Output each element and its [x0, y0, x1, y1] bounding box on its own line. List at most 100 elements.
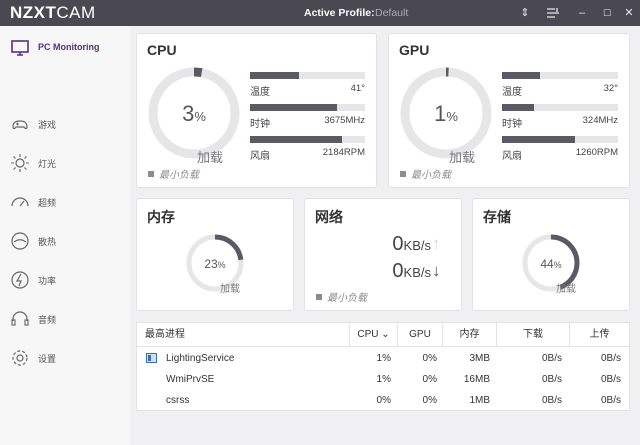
legend-square-icon: [316, 294, 322, 300]
cpu-load-value: 3%: [182, 101, 206, 126]
process-name: csrss: [166, 395, 190, 406]
table-row[interactable]: csrss 0% 0% 1MB 0B/s 0B/s: [137, 390, 629, 411]
menu-icon[interactable]: [545, 4, 561, 22]
maximize-icon[interactable]: ☐: [599, 4, 615, 22]
network-upload-value: 0KB/s: [392, 233, 431, 255]
cpu-min-load: 最小负载: [148, 166, 199, 181]
process-table: 最高进程 CPU ⌄ GPU 内存 下载 上传 LightingService …: [136, 322, 630, 411]
storage-panel: 存储 44% 加载: [472, 198, 630, 311]
gear-icon: [10, 348, 30, 368]
process-cpu: 0%: [376, 395, 391, 406]
sidebar-item-games[interactable]: 游戏: [0, 112, 130, 136]
process-download: 0B/s: [541, 353, 562, 364]
table-row[interactable]: WmiPrvSE 1% 0% 16MB 0B/s 0B/s: [137, 369, 629, 390]
sidebar-item-label: 灯光: [38, 159, 57, 169]
sidebar-item-cooling[interactable]: 散热: [0, 229, 130, 253]
gpu-fan-bar: [502, 136, 618, 143]
process-gpu: 0%: [422, 353, 437, 364]
column-header-upload[interactable]: 上传: [569, 323, 629, 347]
app-logo: NZXTCAM: [10, 3, 96, 22]
gpu-min-load: 最小负载: [400, 166, 451, 181]
memory-load-label: 加载: [220, 284, 240, 295]
sidebar-item-pc-monitoring[interactable]: PC Monitoring: [0, 36, 130, 60]
sidebar-item-label: 超频: [38, 198, 57, 208]
sort-down-icon: ⌄: [381, 329, 390, 340]
process-memory: 1MB: [469, 395, 490, 406]
cpu-panel: CPU 3% 加载 最小负载 温度 41° 时钟 3675MHz 风扇 2184…: [136, 33, 377, 188]
profile-switch-icon[interactable]: ⇕: [517, 4, 533, 22]
sidebar-item-label: 散热: [38, 237, 57, 247]
cpu-temp-label: 温度: [250, 87, 270, 98]
sidebar-item-label: 功率: [38, 276, 57, 286]
memory-title: 内存: [147, 209, 175, 225]
memory-panel: 内存 23% 加载: [136, 198, 294, 311]
gpu-panel: GPU 1% 加载 最小负载 温度 32° 时钟 324MHz 风扇 1260R…: [388, 33, 630, 188]
sidebar-item-audio[interactable]: 音频: [0, 307, 130, 331]
gpu-load-label: 加载: [449, 150, 476, 165]
sidebar-item-label: 音频: [38, 315, 57, 325]
fan-icon: [10, 231, 30, 251]
gamepad-icon: [10, 114, 30, 134]
legend-square-icon: [400, 171, 406, 177]
cpu-clock-value: 3675MHz: [324, 115, 365, 126]
process-download: 0B/s: [541, 395, 562, 406]
minimize-icon[interactable]: –: [574, 4, 590, 22]
cpu-temp-bar: [250, 72, 365, 79]
sidebar-item-power[interactable]: 功率: [0, 268, 130, 292]
active-profile-dropdown[interactable]: Default: [375, 7, 408, 19]
column-header-download[interactable]: 下载: [496, 323, 569, 347]
gpu-fan-label: 风扇: [502, 151, 522, 162]
title-bar: NZXTCAM Active Profile: Default ⇕ – ☐ ✕: [0, 0, 640, 26]
column-header-gpu[interactable]: GPU: [397, 323, 442, 347]
download-arrow-icon: ↓: [432, 261, 441, 280]
gpu-clock-bar: [502, 104, 618, 111]
storage-load-label: 加载: [556, 284, 576, 295]
sidebar-item-label: PC Monitoring: [38, 42, 100, 52]
process-cpu: 1%: [376, 353, 391, 364]
gpu-temp-label: 温度: [502, 87, 522, 98]
process-upload: 0B/s: [600, 353, 621, 364]
column-header-cpu[interactable]: CPU ⌄: [349, 323, 397, 347]
process-memory: 3MB: [469, 353, 490, 364]
sidebar-item-label: 设置: [38, 354, 57, 364]
process-cpu: 1%: [376, 374, 391, 385]
process-memory: 16MB: [463, 374, 490, 385]
process-upload: 0B/s: [600, 374, 621, 385]
close-icon[interactable]: ✕: [621, 4, 637, 22]
column-header-memory[interactable]: 内存: [442, 323, 496, 347]
gpu-load-value: 1%: [434, 101, 458, 126]
gpu-clock-label: 时钟: [502, 119, 522, 130]
gpu-temp-bar: [502, 72, 618, 79]
storage-value: 44%: [540, 257, 562, 271]
network-title: 网络: [315, 209, 343, 225]
speedometer-icon: [10, 192, 30, 212]
gpu-clock-value: 324MHz: [582, 115, 618, 126]
cpu-fan-label: 风扇: [250, 151, 270, 162]
headset-icon: [10, 309, 30, 329]
cpu-temp-value: 41°: [350, 83, 365, 94]
process-name: WmiPrvSE: [166, 374, 215, 385]
process-gpu: 0%: [422, 374, 437, 385]
column-header-process[interactable]: 最高进程: [137, 323, 349, 347]
memory-value: 23%: [204, 257, 226, 271]
network-download-value: 0KB/s: [392, 260, 431, 282]
table-header: 最高进程 CPU ⌄ GPU 内存 下载 上传: [137, 323, 629, 347]
active-profile-label: Active Profile:: [304, 7, 375, 19]
gpu-title: GPU: [399, 42, 430, 58]
storage-title: 存储: [483, 209, 511, 225]
sidebar-item-overclock[interactable]: 超频: [0, 190, 130, 214]
network-panel: 网络 0KB/s ↑ 0KB/s ↓ 最小负载: [304, 198, 462, 311]
cpu-clock-bar: [250, 104, 365, 111]
sidebar-item-label: 游戏: [38, 120, 57, 130]
cpu-clock-label: 时钟: [250, 119, 270, 130]
sidebar: PC Monitoring 游戏 灯光 超频 散热 功率 音频 设置: [0, 26, 130, 445]
cpu-load-label: 加载: [197, 150, 224, 165]
sidebar-item-settings[interactable]: 设置: [0, 346, 130, 370]
sidebar-item-lighting[interactable]: 灯光: [0, 151, 130, 175]
table-row[interactable]: LightingService 1% 0% 3MB 0B/s 0B/s: [137, 348, 629, 369]
legend-square-icon: [148, 171, 154, 177]
monitor-icon: [10, 38, 30, 58]
network-min-load: 最小负载: [316, 289, 367, 304]
gpu-temp-value: 32°: [603, 83, 618, 94]
process-download: 0B/s: [541, 374, 562, 385]
